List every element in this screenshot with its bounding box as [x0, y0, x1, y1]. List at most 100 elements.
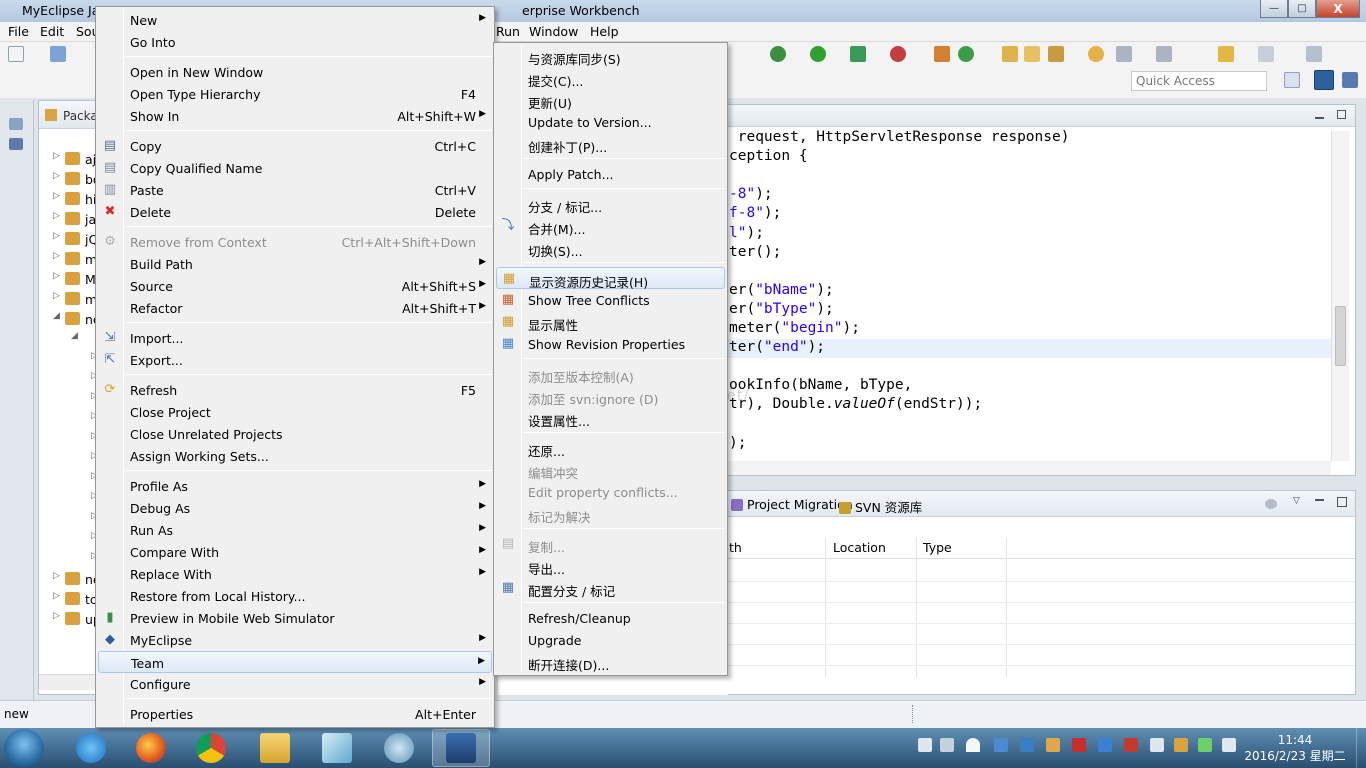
menu-item[interactable]: 标记为解决 — [496, 503, 725, 525]
menu-item[interactable]: 分支 / 标记... — [496, 193, 725, 215]
new-server-icon[interactable] — [934, 46, 950, 62]
expand-arrow-icon[interactable]: ▷ — [53, 291, 60, 301]
menu-item-a[interactable]: 添加至版本控制(A) — [496, 363, 725, 385]
refresh-server-icon[interactable] — [958, 46, 974, 62]
menu-item-configure[interactable]: Configure ▶ — [98, 673, 492, 695]
menu-item-compare-with[interactable]: Compare With ▶ — [98, 541, 492, 563]
tree-row[interactable]: ▷ up — [39, 609, 101, 629]
menu-item-update-to-version[interactable]: Update to Version... — [496, 111, 725, 133]
menu-item-copy-qualified-name[interactable]: ▤ Copy Qualified Name — [98, 157, 492, 179]
menu-item-copy[interactable]: ▤ Copy Ctrl+C — [98, 135, 492, 157]
maximize-button[interactable]: □ — [1288, 0, 1316, 18]
run-external-icon[interactable] — [850, 46, 866, 62]
menu-item[interactable]: ▦ 显示属性 — [496, 311, 725, 333]
show-desktop-button[interactable] — [1356, 728, 1366, 768]
menu-item-assign-working-sets[interactable]: Assign Working Sets... — [98, 445, 492, 467]
menu-item-import[interactable]: ⇲ Import... — [98, 327, 492, 349]
tree-row[interactable]: ▷ m — [39, 289, 99, 309]
next-annotation-icon[interactable] — [1116, 46, 1132, 62]
column-path[interactable]: th — [729, 540, 742, 555]
menu-item-paste[interactable]: ▥ Paste Ctrl+V — [98, 179, 492, 201]
run-icon[interactable] — [810, 46, 826, 62]
menu-item-remove-from-context[interactable]: ⚙ Remove from Context Ctrl+Alt+Shift+Down — [98, 231, 492, 253]
menu-item-apply-patch[interactable]: Apply Patch... — [496, 163, 725, 185]
shield-icon[interactable] — [1098, 738, 1112, 752]
menu-file[interactable]: File — [8, 24, 29, 39]
menu-item-source[interactable]: Source Alt+Shift+S ▶ — [98, 275, 492, 297]
pin-icon[interactable] — [1306, 46, 1322, 62]
expand-arrow-icon[interactable]: ▷ — [53, 151, 60, 161]
package-hscrollbar[interactable] — [39, 674, 99, 690]
tree-row[interactable]: ▷ jQ — [39, 229, 99, 249]
annotation-icon[interactable] — [1088, 46, 1104, 62]
menu-item-show-tree-conflicts[interactable]: ▦ Show Tree Conflicts — [496, 289, 725, 311]
expand-arrow-icon[interactable]: ▷ — [53, 171, 60, 181]
menu-item-replace-with[interactable]: Replace With ▶ — [98, 563, 492, 585]
forward-icon[interactable] — [1258, 46, 1274, 62]
menu-item-svn-ignore-d[interactable]: 添加至 svn:ignore (D) — [496, 385, 725, 407]
column-location[interactable]: Location — [833, 540, 886, 555]
new-icon[interactable] — [8, 46, 24, 62]
menu-item-p[interactable]: 创建补丁(P)... — [496, 133, 725, 155]
menu-item-m[interactable]: ⤵ 合并(M)... — [496, 215, 725, 237]
battery-icon[interactable] — [1150, 738, 1164, 752]
tray-app-icon[interactable] — [1020, 738, 1034, 752]
column-type[interactable]: Type — [923, 540, 952, 555]
menu-item[interactable]: 编辑冲突 — [496, 459, 725, 481]
tree-row[interactable]: ▷ aj — [39, 149, 99, 169]
menu-item-team[interactable]: Team ▶ — [98, 651, 492, 673]
input-method-icon[interactable] — [940, 738, 954, 752]
wand-icon[interactable] — [1048, 46, 1064, 62]
expand-arrow-icon[interactable]: ▷ — [53, 611, 60, 621]
bluetooth-icon[interactable] — [994, 738, 1008, 752]
menu-item[interactable]: ▦ 配置分支 / 标记 — [496, 577, 725, 599]
java-perspective-icon[interactable] — [1342, 72, 1358, 88]
notebook-taskbar-icon[interactable] — [308, 729, 366, 767]
code-editor[interactable]: request, HttpServletResponse response) ce… — [726, 104, 1356, 476]
menu-item-export[interactable]: ⇱ Export... — [98, 349, 492, 371]
editor-vscrollbar[interactable] — [1331, 131, 1349, 461]
tray-flag-icon[interactable] — [1198, 738, 1212, 752]
maximize-view-icon[interactable] — [1337, 110, 1346, 119]
tree-row[interactable]: ▷ bo — [39, 169, 101, 189]
keyboard-icon[interactable] — [918, 738, 932, 752]
menu-item-h[interactable]: ▦ 显示资源历史记录(H) — [496, 267, 725, 290]
chrome-taskbar-icon[interactable] — [182, 729, 240, 767]
tree-row[interactable]: ▷ ja — [39, 209, 99, 229]
tree-row[interactable]: ▷ M — [39, 269, 99, 289]
new-project-icon[interactable] — [50, 46, 66, 62]
clock[interactable]: 11:44 2016/2/23 星期二 — [1240, 732, 1350, 764]
menu-item-s[interactable]: 与资源库同步(S) — [496, 45, 725, 67]
menu-item-s[interactable]: 切换(S)... — [496, 237, 725, 259]
tab-svn-repository[interactable]: SVN 资源库 — [839, 497, 922, 516]
view-menu-icon[interactable] — [1265, 499, 1277, 509]
firefox-taskbar-icon[interactable] — [122, 729, 180, 767]
ie-taskbar-icon[interactable] — [62, 729, 120, 767]
tray-settings-icon[interactable] — [1046, 738, 1060, 752]
menu-item-run-as[interactable]: Run As ▶ — [98, 519, 492, 541]
menu-item-u[interactable]: 更新(U) — [496, 89, 725, 111]
menu-item-close-project[interactable]: Close Project — [98, 401, 492, 423]
expand-arrow-icon[interactable]: ▷ — [53, 571, 60, 581]
open-folder-icon[interactable] — [1002, 46, 1018, 62]
package-view-icon[interactable] — [9, 138, 23, 150]
restore-view-icon[interactable] — [9, 118, 23, 130]
menu-item-profile-as[interactable]: Profile As ▶ — [98, 475, 492, 497]
menu-window[interactable]: Window — [529, 24, 578, 39]
expand-arrow-icon[interactable]: ▷ — [53, 271, 60, 281]
menu-item-new[interactable]: New ▶ — [98, 9, 492, 31]
menu-item-refresh[interactable]: ⟳ Refresh F5 — [98, 379, 492, 401]
menu-item-edit-property-conflicts[interactable]: Edit property conflicts... — [496, 481, 725, 503]
expand-arrow-icon[interactable]: ◢ — [53, 311, 60, 321]
back-icon[interactable] — [1218, 46, 1234, 62]
menu-item-show-revision-properties[interactable]: ▦ Show Revision Properties — [496, 333, 725, 355]
menu-item-show-in[interactable]: Show In Alt+Shift+W ▶ — [98, 105, 492, 127]
coverage-icon[interactable] — [890, 46, 906, 62]
menu-item-go-into[interactable]: Go Into — [98, 31, 492, 53]
debug-icon[interactable] — [770, 46, 786, 62]
tree-row[interactable]: ◢ ne — [39, 309, 101, 329]
menu-item-c[interactable]: 提交(C)... — [496, 67, 725, 89]
menu-item-refresh-cleanup[interactable]: Refresh/Cleanup — [496, 607, 725, 629]
tab-project-migration[interactable]: Project Migration — [731, 497, 853, 512]
tree-row[interactable]: ▷ ne — [39, 569, 101, 589]
